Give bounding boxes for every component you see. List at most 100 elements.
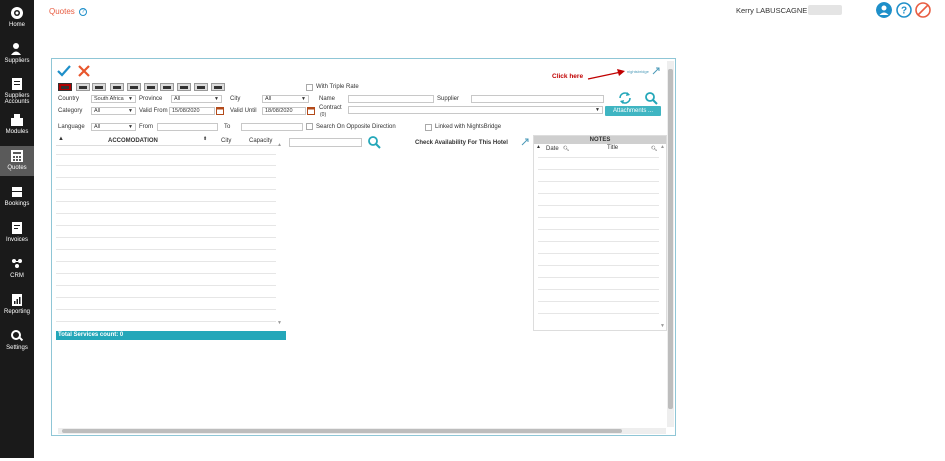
room-type-button-9[interactable] bbox=[194, 83, 208, 91]
attachments-button[interactable]: Attachments ... bbox=[605, 106, 661, 116]
sidebar-item-crm[interactable]: CRM bbox=[0, 257, 34, 285]
supplier-input[interactable] bbox=[471, 95, 604, 103]
table-row bbox=[56, 321, 276, 322]
list-item bbox=[538, 313, 659, 314]
room-type-button-8[interactable] bbox=[177, 83, 191, 91]
sidebar-item-reporting[interactable]: Reporting bbox=[0, 293, 34, 321]
vertical-scrollbar[interactable] bbox=[667, 61, 674, 427]
table-row bbox=[56, 309, 276, 310]
scroll-up-icon[interactable]: ▲ bbox=[277, 142, 282, 148]
calculator-icon bbox=[11, 150, 23, 162]
room-type-button-4[interactable] bbox=[110, 83, 124, 91]
category-select[interactable]: All ▼ bbox=[91, 107, 136, 115]
country-select[interactable]: South Africa ▼ bbox=[91, 95, 136, 103]
contract-select[interactable]: ▼ bbox=[348, 106, 603, 114]
list-item bbox=[538, 289, 659, 290]
search-icon[interactable] bbox=[644, 91, 658, 105]
city-select[interactable]: All ▼ bbox=[262, 95, 309, 103]
scrollbar-thumb[interactable] bbox=[668, 69, 673, 409]
linked-nightsbridge-checkbox[interactable] bbox=[425, 124, 432, 131]
list-item bbox=[538, 157, 659, 158]
sidebar-item-settings[interactable]: Settings bbox=[0, 329, 34, 357]
table-row bbox=[56, 273, 276, 274]
nightsbridge-link-icon[interactable] bbox=[521, 138, 529, 146]
calendar-icon[interactable] bbox=[307, 106, 315, 115]
sidebar-item-label: Settings bbox=[6, 345, 28, 351]
column-accomodation[interactable]: ACCOMODATION bbox=[108, 138, 158, 144]
page-title: Quotes ? bbox=[49, 7, 88, 16]
search-icon[interactable] bbox=[367, 135, 381, 149]
user-icon bbox=[11, 43, 21, 55]
filter-search-icon[interactable]: 🔍︎ bbox=[651, 146, 657, 152]
calendar-icon[interactable] bbox=[216, 106, 224, 115]
valid-from-input[interactable]: 15/08/2020 bbox=[169, 107, 215, 115]
scroll-down-icon[interactable]: ▼ bbox=[277, 320, 282, 326]
sidebar-item-label: Modules bbox=[5, 129, 29, 135]
nightsbridge-link-icon[interactable] bbox=[652, 67, 660, 75]
column-date[interactable]: Date bbox=[546, 146, 559, 152]
room-type-button-10[interactable] bbox=[211, 83, 225, 91]
sidebar-item-bookings[interactable]: Bookings bbox=[0, 185, 34, 213]
list-item bbox=[538, 301, 659, 302]
nightsbridge-logo[interactable]: nightsbridge bbox=[627, 69, 649, 74]
search-opposite-checkbox[interactable] bbox=[306, 123, 313, 130]
scroll-down-icon[interactable]: ▼ bbox=[660, 323, 665, 329]
column-city[interactable]: City bbox=[221, 138, 231, 144]
chevron-down-icon: ▼ bbox=[128, 96, 133, 102]
to-input[interactable] bbox=[241, 123, 303, 131]
settings-icon bbox=[11, 330, 24, 342]
refresh-icon[interactable] bbox=[618, 91, 632, 105]
category-value: All bbox=[94, 108, 101, 114]
list-item bbox=[538, 277, 659, 278]
check-availability-label[interactable]: Check Availability For This Hotel bbox=[415, 140, 508, 146]
sort-up-icon[interactable]: ▲ bbox=[58, 136, 64, 142]
list-item bbox=[538, 181, 659, 182]
table-row bbox=[56, 285, 276, 286]
horizontal-scrollbar[interactable] bbox=[58, 428, 666, 434]
sidebar-item-quotes[interactable]: Quotes bbox=[0, 146, 34, 176]
filter-search-icon[interactable]: 🔍︎ bbox=[563, 146, 569, 152]
column-title[interactable]: Title bbox=[607, 145, 618, 151]
room-type-button-7[interactable] bbox=[160, 83, 174, 91]
city-value: All bbox=[265, 96, 272, 102]
sidebar-item-home[interactable]: Home bbox=[0, 6, 34, 36]
help-circle-icon[interactable]: ? bbox=[896, 2, 912, 18]
profile-icon[interactable] bbox=[876, 2, 892, 18]
search-opposite-label: Search On Opposite Direction bbox=[316, 124, 396, 130]
sidebar-item-modules[interactable]: Modules bbox=[0, 113, 34, 141]
confirm-check-icon[interactable] bbox=[57, 65, 71, 77]
table-row bbox=[56, 225, 276, 226]
language-select[interactable]: All ▼ bbox=[91, 123, 136, 131]
from-input[interactable] bbox=[157, 123, 218, 131]
room-type-button-3[interactable] bbox=[92, 83, 106, 91]
cancel-x-icon[interactable] bbox=[78, 65, 90, 77]
sort-up-icon[interactable]: ▲ bbox=[536, 144, 541, 150]
room-type-button-2[interactable] bbox=[76, 83, 90, 91]
svg-text:?: ? bbox=[901, 6, 907, 17]
sidebar-item-invoices[interactable]: Invoices bbox=[0, 221, 34, 249]
sort-icon[interactable]: ⬍ bbox=[203, 136, 207, 142]
list-item bbox=[538, 229, 659, 230]
valid-until-input[interactable]: 18/08/2020 bbox=[262, 107, 306, 115]
sidebar-item-suppliers-accounts[interactable]: Suppliers Accounts bbox=[0, 77, 34, 105]
triple-rate-checkbox[interactable] bbox=[306, 84, 313, 91]
province-select[interactable]: All ▼ bbox=[171, 95, 222, 103]
logout-icon[interactable] bbox=[915, 2, 931, 18]
table-row bbox=[56, 297, 276, 298]
home-icon bbox=[11, 7, 23, 19]
name-input[interactable] bbox=[348, 95, 434, 103]
sidebar-item-label: Suppliers bbox=[4, 58, 30, 64]
table-row bbox=[56, 237, 276, 238]
room-type-button-5[interactable] bbox=[127, 83, 141, 91]
scroll-up-icon[interactable]: ▲ bbox=[660, 144, 665, 150]
column-capacity[interactable]: Capacity bbox=[249, 138, 272, 144]
sidebar-item-suppliers[interactable]: Suppliers bbox=[0, 42, 34, 70]
scrollbar-thumb[interactable] bbox=[62, 429, 622, 433]
help-icon[interactable]: ? bbox=[79, 7, 88, 16]
room-type-button-1[interactable] bbox=[58, 83, 72, 91]
category-label: Category bbox=[58, 108, 83, 114]
hotel-search-input[interactable] bbox=[289, 138, 362, 147]
room-type-button-6[interactable] bbox=[144, 83, 158, 91]
user-name: Kerry LABUSCAGNE - bbox=[736, 6, 812, 15]
chevron-down-icon: ▼ bbox=[128, 124, 133, 130]
